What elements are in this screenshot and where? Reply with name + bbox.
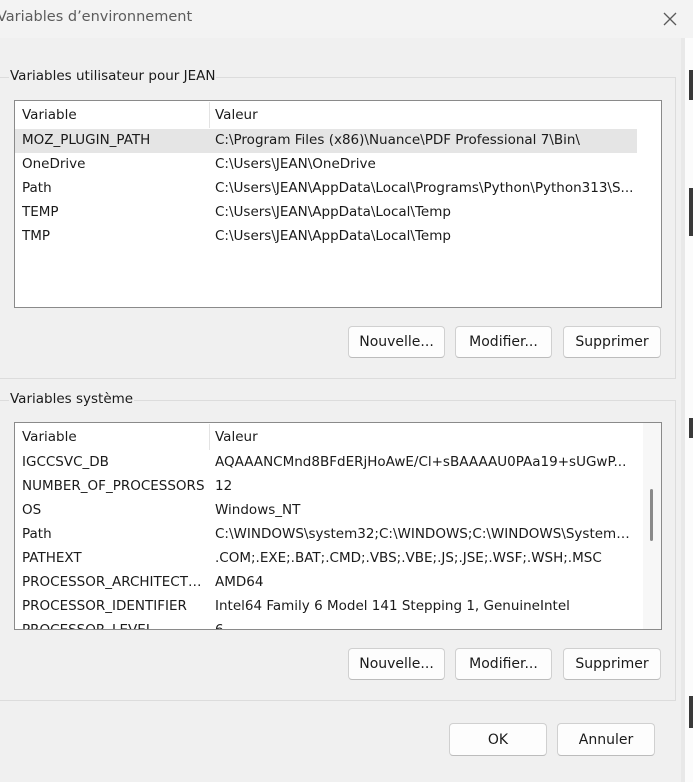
- variable-name: TEMP: [22, 204, 59, 220]
- variable-value: 6: [215, 622, 224, 630]
- vertical-scrollbar[interactable]: [643, 423, 661, 629]
- window-title: Variables d’environnement: [0, 9, 193, 25]
- variable-name: TMP: [22, 228, 51, 244]
- variable-name: PROCESSOR_LEVEL: [22, 622, 154, 630]
- table-row[interactable]: MOZ_PLUGIN_PATH C:\Program Files (x86)\N…: [15, 129, 637, 153]
- variable-name: PROCESSOR_IDENTIFIER: [22, 598, 187, 614]
- column-separator[interactable]: [209, 424, 210, 450]
- user-delete-button[interactable]: Supprimer: [563, 326, 661, 358]
- table-row[interactable]: IGCCSVC_DB AQAAANCMnd8BFdERjHoAwE/Cl+sBA…: [15, 451, 637, 475]
- variable-value: Windows_NT: [215, 502, 301, 518]
- table-row[interactable]: TEMP C:\Users\JEAN\AppData\Local\Temp: [15, 201, 637, 225]
- close-icon: [663, 12, 677, 26]
- table-row[interactable]: Path C:\Users\JEAN\AppData\Local\Program…: [15, 177, 637, 201]
- scrollbar-thumb[interactable]: [650, 489, 653, 541]
- user-variables-rows: MOZ_PLUGIN_PATH C:\Program Files (x86)\N…: [15, 129, 637, 249]
- variable-name: OneDrive: [22, 156, 86, 172]
- cancel-button[interactable]: Annuler: [557, 723, 655, 756]
- variable-value: 12: [215, 478, 233, 494]
- table-row[interactable]: OneDrive C:\Users\JEAN\OneDrive: [15, 153, 637, 177]
- column-header-variable[interactable]: Variable: [22, 107, 77, 123]
- system-variables-rows: IGCCSVC_DB AQAAANCMnd8BFdERjHoAwE/Cl+sBA…: [15, 451, 637, 630]
- variable-value: C:\Users\JEAN\AppData\Local\Temp: [215, 204, 451, 220]
- variable-value: Intel64 Family 6 Model 141 Stepping 1, G…: [215, 598, 570, 614]
- variable-name: MOZ_PLUGIN_PATH: [22, 132, 151, 148]
- table-row[interactable]: OS Windows_NT: [15, 499, 637, 523]
- variable-name: Path: [22, 180, 52, 196]
- table-row[interactable]: PATHEXT .COM;.EXE;.BAT;.CMD;.VBS;.VBE;.J…: [15, 547, 637, 571]
- close-button[interactable]: [655, 4, 685, 34]
- table-row[interactable]: TMP C:\Users\JEAN\AppData\Local\Temp: [15, 225, 637, 249]
- variable-value: AQAAANCMnd8BFdERjHoAwE/Cl+sBAAAAU0PAa19+…: [215, 454, 627, 470]
- background-window-edge: [681, 38, 693, 782]
- user-variables-list[interactable]: Variable Valeur MOZ_PLUGIN_PATH C:\Progr…: [14, 100, 662, 308]
- column-header-value[interactable]: Valeur: [215, 429, 258, 445]
- title-bar[interactable]: Variables d’environnement: [0, 0, 693, 38]
- column-header-value[interactable]: Valeur: [215, 107, 258, 123]
- table-row[interactable]: NUMBER_OF_PROCESSORS 12: [15, 475, 637, 499]
- system-edit-button[interactable]: Modifier...: [455, 648, 552, 680]
- variable-value: C:\Users\JEAN\AppData\Local\Programs\Pyt…: [215, 180, 634, 196]
- variable-value: C:\Users\JEAN\AppData\Local\Temp: [215, 228, 451, 244]
- system-delete-button[interactable]: Supprimer: [563, 648, 661, 680]
- table-row[interactable]: PROCESSOR_LEVEL 6: [15, 619, 637, 630]
- list-header: Variable Valeur: [15, 423, 637, 451]
- user-edit-button[interactable]: Modifier...: [455, 326, 552, 358]
- variable-name: PROCESSOR_ARCHITECTU...: [22, 574, 208, 590]
- variable-value: C:\Program Files (x86)\Nuance\PDF Profes…: [215, 132, 580, 148]
- variable-value: C:\Users\JEAN\OneDrive: [215, 156, 376, 172]
- user-variables-title: Variables utilisateur pour JEAN: [9, 68, 217, 84]
- table-row[interactable]: PROCESSOR_IDENTIFIER Intel64 Family 6 Mo…: [15, 595, 637, 619]
- user-new-button[interactable]: Nouvelle...: [348, 326, 445, 358]
- system-variables-title: Variables système: [9, 391, 135, 407]
- column-header-variable[interactable]: Variable: [22, 429, 77, 445]
- ok-button[interactable]: OK: [449, 723, 547, 756]
- table-row[interactable]: Path C:\WINDOWS\system32;C:\WINDOWS;C:\W…: [15, 523, 637, 547]
- variable-value: C:\WINDOWS\system32;C:\WINDOWS;C:\WINDOW…: [215, 526, 635, 542]
- system-new-button[interactable]: Nouvelle...: [348, 648, 445, 680]
- environment-variables-dialog: Variables d’environnement Variables util…: [0, 0, 693, 782]
- variable-name: PATHEXT: [22, 550, 82, 566]
- table-row[interactable]: PROCESSOR_ARCHITECTU... AMD64: [15, 571, 637, 595]
- variable-name: NUMBER_OF_PROCESSORS: [22, 478, 205, 494]
- column-separator[interactable]: [209, 102, 210, 128]
- list-header: Variable Valeur: [15, 101, 637, 129]
- variable-name: IGCCSVC_DB: [22, 454, 109, 470]
- variable-value: AMD64: [215, 574, 264, 590]
- variable-name: OS: [22, 502, 42, 518]
- variable-value: .COM;.EXE;.BAT;.CMD;.VBS;.VBE;.JS;.JSE;.…: [215, 550, 602, 566]
- system-variables-list[interactable]: Variable Valeur IGCCSVC_DB AQAAANCMnd8BF…: [14, 422, 662, 630]
- variable-name: Path: [22, 526, 52, 542]
